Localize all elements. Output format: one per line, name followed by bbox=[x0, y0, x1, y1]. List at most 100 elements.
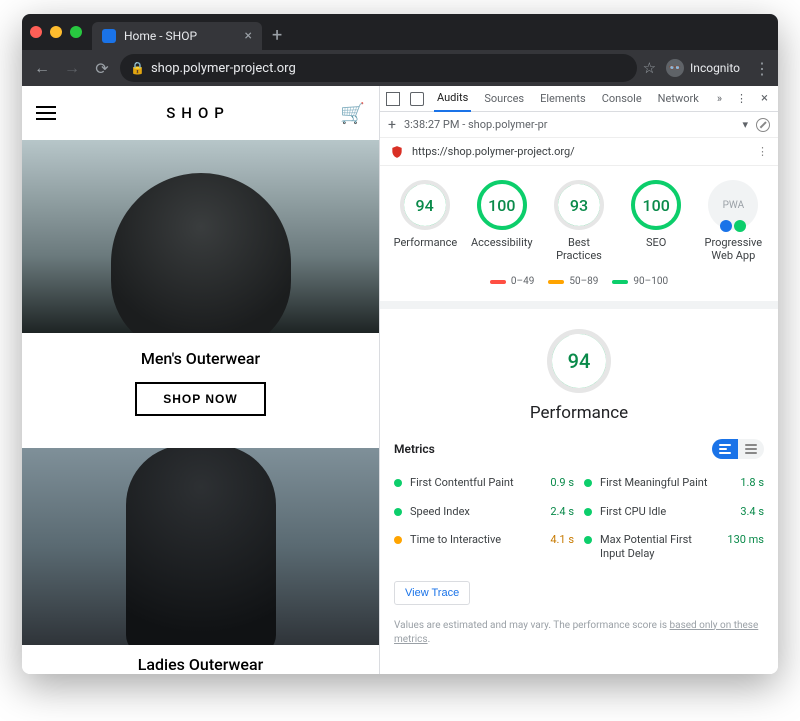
score-accessibility[interactable]: 100Accessibility bbox=[471, 180, 533, 262]
metric-value: 4.1 s bbox=[550, 533, 574, 546]
metric-name: First Meaningful Paint bbox=[600, 476, 732, 490]
incognito-icon: 👓 bbox=[666, 59, 684, 77]
page-viewport: SHOP 🛒 Men's Outerwear SHOP NOW Ladies O… bbox=[22, 86, 380, 674]
dropdown-icon[interactable]: ▾ bbox=[742, 118, 748, 131]
category-block-mens: Men's Outerwear SHOP NOW bbox=[22, 333, 379, 440]
devtools-close-button[interactable]: × bbox=[757, 91, 772, 106]
category-block-ladies: Ladies Outerwear bbox=[22, 645, 379, 674]
metric-status-dot bbox=[584, 479, 592, 487]
devtools-tabs: Audits Sources Elements Console Network … bbox=[380, 86, 778, 112]
tab-close-button[interactable]: × bbox=[245, 28, 252, 44]
metric-name: Time to Interactive bbox=[410, 533, 542, 547]
site-header: SHOP 🛒 bbox=[22, 86, 379, 140]
inspect-element-icon[interactable] bbox=[386, 92, 400, 106]
tab-strip: Home - SHOP × + bbox=[22, 14, 778, 50]
audit-url: https://shop.polymer-project.org/ bbox=[412, 145, 749, 158]
favicon-icon bbox=[102, 29, 116, 43]
metric-name: First CPU Idle bbox=[600, 505, 732, 519]
metrics-header: Metrics bbox=[380, 433, 778, 465]
performance-label: Performance bbox=[380, 403, 778, 423]
menu-button[interactable] bbox=[36, 106, 56, 120]
metric-value: 3.4 s bbox=[740, 505, 764, 518]
tab-audits[interactable]: Audits bbox=[434, 86, 471, 112]
close-window-button[interactable] bbox=[30, 26, 42, 38]
performance-main-score: 94 Performance bbox=[380, 309, 778, 433]
disclaimer: Values are estimated and may vary. The p… bbox=[380, 613, 778, 657]
hero-image-ladies bbox=[22, 448, 379, 645]
incognito-indicator[interactable]: 👓 Incognito bbox=[666, 59, 740, 77]
new-tab-button[interactable]: + bbox=[272, 25, 282, 46]
address-text: shop.polymer-project.org bbox=[151, 61, 296, 76]
performance-gauge: 94 bbox=[547, 329, 611, 393]
browser-menu-button[interactable]: ⋮ bbox=[754, 59, 770, 78]
disclaimer-text-a: Values are estimated and may vary. The p… bbox=[394, 620, 670, 631]
omnibox-actions: ☆ 👓 Incognito ⋮ bbox=[643, 59, 770, 78]
metrics-heading: Metrics bbox=[394, 442, 435, 456]
metric-time-to-interactive: Time to Interactive 4.1 s bbox=[394, 526, 574, 569]
browser-tab[interactable]: Home - SHOP × bbox=[92, 22, 262, 50]
maximize-window-button[interactable] bbox=[70, 26, 82, 38]
forward-button[interactable]: → bbox=[60, 58, 84, 78]
shop-now-button[interactable]: SHOP NOW bbox=[135, 382, 265, 416]
hero-image-mens bbox=[22, 140, 379, 333]
audits-toolbar: + 3:38:27 PM - shop.polymer-pr ▾ bbox=[380, 112, 778, 138]
metric-name: First Contentful Paint bbox=[410, 476, 542, 490]
metric-value: 1.8 s bbox=[740, 476, 764, 489]
content-row: SHOP 🛒 Men's Outerwear SHOP NOW Ladies O… bbox=[22, 86, 778, 674]
address-bar[interactable]: 🔒 shop.polymer-project.org bbox=[120, 54, 637, 82]
score-best-practices[interactable]: 93BestPractices bbox=[548, 180, 610, 262]
back-button[interactable]: ← bbox=[30, 58, 54, 78]
metric-status-dot bbox=[584, 536, 592, 544]
lock-icon: 🔒 bbox=[130, 61, 145, 75]
tab-sources[interactable]: Sources bbox=[481, 92, 527, 105]
new-audit-button[interactable]: + bbox=[388, 117, 396, 133]
metrics-grid: First Contentful Paint 0.9 s First Meaning… bbox=[380, 465, 778, 578]
metric-value: 0.9 s bbox=[550, 476, 574, 489]
tab-console[interactable]: Console bbox=[599, 92, 645, 105]
minimize-window-button[interactable] bbox=[50, 26, 62, 38]
audit-run-selector[interactable]: 3:38:27 PM - shop.polymer-pr bbox=[404, 118, 735, 131]
metric-first-contentful-paint: First Contentful Paint 0.9 s bbox=[394, 469, 574, 497]
score-row: 94Performance100Accessibility93BestPract… bbox=[380, 166, 778, 270]
bookmark-star-icon[interactable]: ☆ bbox=[643, 59, 656, 77]
score-performance[interactable]: 94Performance bbox=[394, 180, 456, 262]
view-toggle-compact[interactable] bbox=[738, 439, 764, 459]
site-logo[interactable]: SHOP bbox=[166, 104, 230, 122]
score-seo[interactable]: 100SEO bbox=[625, 180, 687, 262]
incognito-label: Incognito bbox=[690, 61, 740, 75]
legend-item: 90–100 bbox=[612, 276, 668, 287]
metrics-view-toggle[interactable] bbox=[712, 439, 764, 459]
clear-audits-button[interactable] bbox=[756, 118, 770, 132]
window-controls bbox=[30, 26, 82, 38]
more-tabs-button[interactable]: » bbox=[713, 92, 726, 105]
device-toolbar-icon[interactable] bbox=[410, 92, 424, 106]
legend-item: 50–89 bbox=[548, 276, 598, 287]
legend-item: 0–49 bbox=[490, 276, 534, 287]
score-legend: 0–49 50–89 90–100 bbox=[380, 270, 778, 309]
tab-title: Home - SHOP bbox=[124, 29, 237, 43]
category-title-ladies: Ladies Outerwear bbox=[22, 655, 379, 674]
metric-name: Speed Index bbox=[410, 505, 542, 519]
performance-value: 94 bbox=[552, 334, 606, 388]
reload-button[interactable]: ⟳ bbox=[90, 59, 114, 78]
audit-url-menu[interactable]: ⋮ bbox=[757, 145, 768, 158]
audit-url-row: https://shop.polymer-project.org/ ⋮ bbox=[380, 138, 778, 166]
metric-value: 130 ms bbox=[727, 533, 764, 546]
view-toggle-expanded[interactable] bbox=[712, 439, 738, 459]
tab-elements[interactable]: Elements bbox=[537, 92, 589, 105]
metric-first-cpu-idle: First CPU Idle 3.4 s bbox=[584, 498, 764, 526]
category-title-mens: Men's Outerwear bbox=[22, 349, 379, 368]
devtools-menu-button[interactable]: ⋮ bbox=[736, 92, 747, 105]
metric-speed-index: Speed Index 2.4 s bbox=[394, 498, 574, 526]
metric-status-dot bbox=[584, 508, 592, 516]
view-trace-button[interactable]: View Trace bbox=[394, 581, 470, 605]
metric-max-potential-first-input-delay: Max Potential First Input Delay130 ms bbox=[584, 526, 764, 569]
tab-network[interactable]: Network bbox=[655, 92, 702, 105]
metric-status-dot bbox=[394, 479, 402, 487]
devtools-panel: Audits Sources Elements Console Network … bbox=[380, 86, 778, 674]
metric-value: 2.4 s bbox=[550, 505, 574, 518]
disclaimer-text-b: . bbox=[428, 634, 431, 645]
cart-button[interactable]: 🛒 bbox=[340, 101, 365, 125]
score-pwa[interactable]: PWAProgressiveWeb App bbox=[702, 180, 764, 262]
browser-window: Home - SHOP × + ← → ⟳ 🔒 shop.polymer-pro… bbox=[22, 14, 778, 674]
